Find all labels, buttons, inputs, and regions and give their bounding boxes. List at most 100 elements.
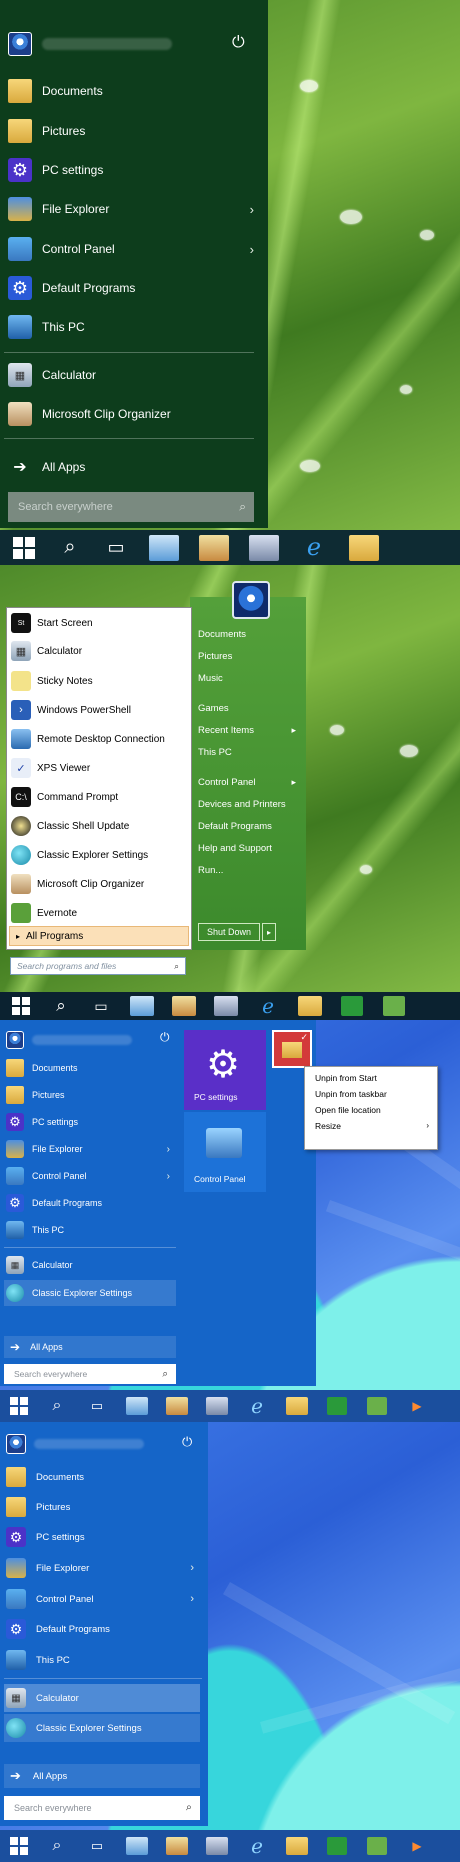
right-item-music[interactable]: Music [198, 673, 223, 684]
app-icon-3[interactable] [208, 992, 244, 1020]
internet-explorer-icon[interactable]: ℯ [240, 1830, 274, 1862]
store-icon[interactable] [320, 1390, 354, 1422]
program-powershell[interactable]: › Windows PowerShell [11, 699, 187, 721]
file-explorer-taskbar-icon[interactable] [342, 530, 386, 565]
menu-item-control-panel[interactable]: Control Panel › [6, 1586, 202, 1612]
menu-item-pictures[interactable]: Pictures [6, 1083, 316, 1107]
right-item-pictures[interactable]: Pictures [198, 651, 232, 662]
ctx-unpin-start[interactable]: Unpin from Start [315, 1073, 377, 1083]
menu-item-this-pc[interactable]: This PC [6, 1218, 316, 1242]
ctx-open-file-location[interactable]: Open file location [315, 1105, 381, 1115]
program-evernote[interactable]: Evernote [11, 902, 187, 924]
right-item-control-panel[interactable]: Control Panel [198, 777, 256, 788]
right-item-default-programs[interactable]: Default Programs [198, 821, 272, 832]
menu-item-documents[interactable]: Documents [6, 1056, 316, 1080]
menu-item-calculator[interactable]: ▦ Calculator [4, 1684, 200, 1712]
tile-file-explorer-selected[interactable]: ✓ [272, 1030, 312, 1068]
media-player-icon[interactable]: ▶ [400, 1830, 434, 1862]
internet-explorer-icon[interactable]: ℯ [292, 530, 336, 565]
menu-item-calculator[interactable]: ▦ Calculator [8, 360, 268, 390]
evernote-taskbar-icon[interactable] [376, 992, 412, 1020]
search-box[interactable]: Search everywhere ⌕ [8, 492, 254, 522]
program-classic-explorer-settings[interactable]: Classic Explorer Settings [11, 844, 187, 866]
program-classic-shell-update[interactable]: Classic Shell Update [11, 815, 187, 837]
power-icon[interactable]: ⏻ [232, 34, 245, 52]
shutdown-options-arrow-icon[interactable]: ▸ [262, 923, 276, 941]
user-header[interactable] [6, 1432, 208, 1456]
power-icon[interactable]: ⏻ [160, 1030, 170, 1045]
search-icon[interactable]: ⌕ [44, 992, 78, 1020]
menu-item-documents[interactable]: Documents [8, 76, 268, 106]
all-apps-button[interactable]: ➔ All Apps [4, 1336, 176, 1358]
app-icon-2[interactable] [192, 530, 236, 565]
search-icon[interactable]: ⌕ [40, 1830, 74, 1862]
menu-item-classic-explorer-settings[interactable]: Classic Explorer Settings [4, 1714, 200, 1742]
file-explorer-taskbar-icon[interactable] [280, 1390, 314, 1422]
shutdown-button[interactable]: Shut Down [198, 923, 260, 941]
menu-item-classic-explorer-settings[interactable]: Classic Explorer Settings [4, 1280, 176, 1306]
app-icon-3[interactable] [200, 1830, 234, 1862]
menu-item-file-explorer[interactable]: File Explorer › [6, 1555, 202, 1581]
menu-item-pictures[interactable]: Pictures [8, 116, 268, 146]
task-view-icon[interactable]: ▭ [80, 1390, 114, 1422]
menu-item-pc-settings[interactable]: ⚙ PC settings [6, 1524, 208, 1550]
tile-control-panel[interactable]: Control Panel [184, 1112, 266, 1192]
menu-item-clip-organizer[interactable]: Microsoft Clip Organizer [8, 399, 268, 429]
menu-item-control-panel[interactable]: Control Panel › [8, 234, 268, 264]
menu-item-this-pc[interactable]: This PC [6, 1647, 208, 1673]
task-view-icon[interactable]: ▭ [84, 992, 118, 1020]
menu-item-documents[interactable]: Documents [6, 1464, 208, 1490]
program-command-prompt[interactable]: C:\ Command Prompt [11, 786, 187, 808]
program-clip-organizer[interactable]: Microsoft Clip Organizer [11, 873, 187, 895]
program-xps-viewer[interactable]: ✓ XPS Viewer [11, 757, 187, 779]
menu-item-default-programs[interactable]: ⚙ Default Programs [8, 273, 268, 303]
right-item-devices-printers[interactable]: Devices and Printers [198, 799, 286, 810]
menu-item-this-pc[interactable]: This PC [8, 312, 268, 342]
program-calculator[interactable]: ▦ Calculator [11, 640, 187, 662]
windows-logo-icon[interactable] [4, 992, 38, 1020]
right-item-documents[interactable]: Documents [198, 629, 246, 640]
app-icon-1[interactable] [120, 1390, 154, 1422]
right-item-this-pc[interactable]: This PC [198, 747, 232, 758]
app-icon-1[interactable] [142, 530, 186, 565]
task-view-icon[interactable]: ▭ [80, 1830, 114, 1862]
app-icon-2[interactable] [160, 1390, 194, 1422]
ctx-resize[interactable]: Resize [315, 1121, 341, 1131]
app-icon-2[interactable] [166, 992, 202, 1020]
tile-pc-settings[interactable]: ⚙ PC settings [184, 1030, 266, 1110]
task-view-icon[interactable]: ▭ [96, 530, 136, 565]
right-item-games[interactable]: Games [198, 703, 229, 714]
store-icon[interactable] [334, 992, 370, 1020]
file-explorer-taskbar-icon[interactable] [280, 1830, 314, 1862]
menu-item-default-programs[interactable]: ⚙ Default Programs [6, 1191, 316, 1215]
program-start-screen[interactable]: St Start Screen [11, 612, 187, 634]
windows-logo-icon[interactable] [4, 1830, 34, 1862]
menu-item-control-panel[interactable]: Control Panel › [6, 1164, 176, 1188]
windows-logo-icon[interactable] [4, 1390, 34, 1422]
search-box[interactable]: Search everywhere ⌕ [4, 1796, 200, 1820]
evernote-taskbar-icon[interactable] [360, 1830, 394, 1862]
app-icon-3[interactable] [242, 530, 286, 565]
search-input[interactable]: Search programs and files ⌕ [10, 957, 186, 975]
media-player-icon[interactable]: ▶ [400, 1390, 434, 1422]
menu-item-file-explorer[interactable]: File Explorer › [8, 194, 268, 224]
internet-explorer-icon[interactable]: ℯ [240, 1390, 274, 1422]
search-box[interactable]: Search everywhere ⌕ [4, 1364, 176, 1384]
evernote-taskbar-icon[interactable] [360, 1390, 394, 1422]
menu-item-pictures[interactable]: Pictures [6, 1494, 208, 1520]
right-item-recent-items[interactable]: Recent Items [198, 725, 254, 736]
all-apps-button[interactable]: ➔ All Apps [4, 1764, 200, 1788]
right-item-run[interactable]: Run... [198, 865, 223, 876]
menu-item-calculator[interactable]: ▦ Calculator [6, 1253, 316, 1277]
store-icon[interactable] [320, 1830, 354, 1862]
ctx-unpin-taskbar[interactable]: Unpin from taskbar [315, 1089, 387, 1099]
menu-item-pc-settings[interactable]: ⚙ PC settings [8, 155, 268, 185]
file-explorer-taskbar-icon[interactable] [292, 992, 328, 1020]
search-icon[interactable]: ⌕ [50, 530, 90, 565]
internet-explorer-icon[interactable]: ℯ [250, 992, 286, 1020]
search-icon[interactable]: ⌕ [40, 1390, 74, 1422]
menu-item-file-explorer[interactable]: File Explorer › [6, 1137, 176, 1161]
all-apps-button[interactable]: ➔ All Apps [8, 452, 268, 482]
app-icon-3[interactable] [200, 1390, 234, 1422]
program-sticky-notes[interactable]: Sticky Notes [11, 670, 187, 692]
